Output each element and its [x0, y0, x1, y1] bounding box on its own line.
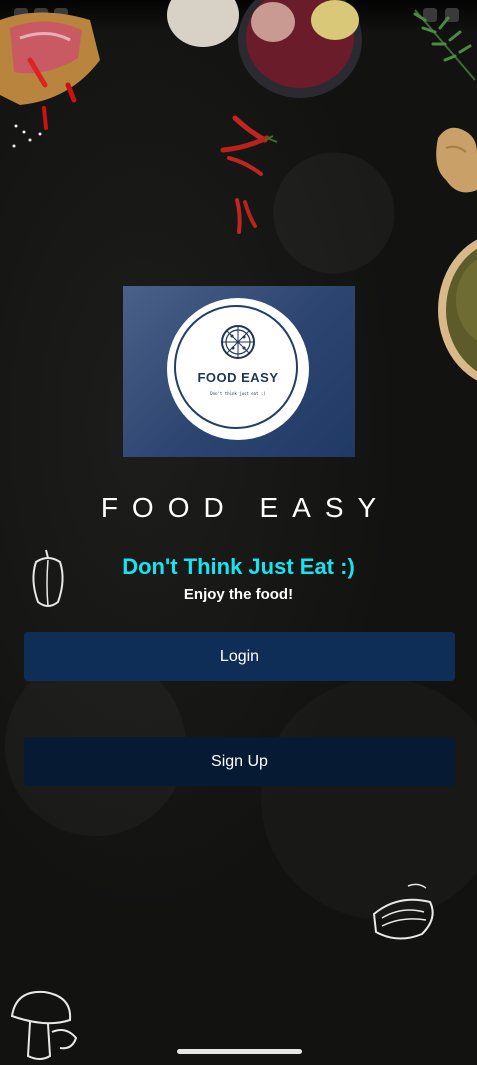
- logo-badge: FOOD EASY Don't think just eat :): [167, 298, 309, 440]
- logo-name: FOOD EASY: [197, 370, 279, 385]
- pizza-icon: [221, 325, 255, 359]
- app-title: FOOD EASY: [100, 492, 391, 523]
- mushroom-sketch-icon: [10, 990, 78, 1060]
- ginger-image: [436, 127, 477, 193]
- login-button[interactable]: Login: [24, 632, 455, 681]
- splash-screen: FOOD EASY Don't think just eat :) FOOD E…: [0, 0, 477, 1065]
- logo-card: FOOD EASY Don't think just eat :): [123, 286, 355, 457]
- bean-bowl-image: [167, 0, 362, 98]
- logo-tagline: Don't think just eat :): [210, 391, 266, 396]
- chili-peppers-image: [220, 115, 278, 234]
- subtitle: Enjoy the food!: [183, 586, 294, 603]
- bread-sketch-icon: [372, 883, 434, 940]
- meat-board-image: [0, 12, 100, 148]
- tagline: Don't Think Just Eat :): [122, 554, 355, 579]
- lentil-bowl-image: [438, 239, 477, 381]
- herbs-image: [413, 9, 476, 81]
- signup-button[interactable]: Sign Up: [24, 737, 455, 786]
- home-indicator[interactable]: [177, 1049, 302, 1054]
